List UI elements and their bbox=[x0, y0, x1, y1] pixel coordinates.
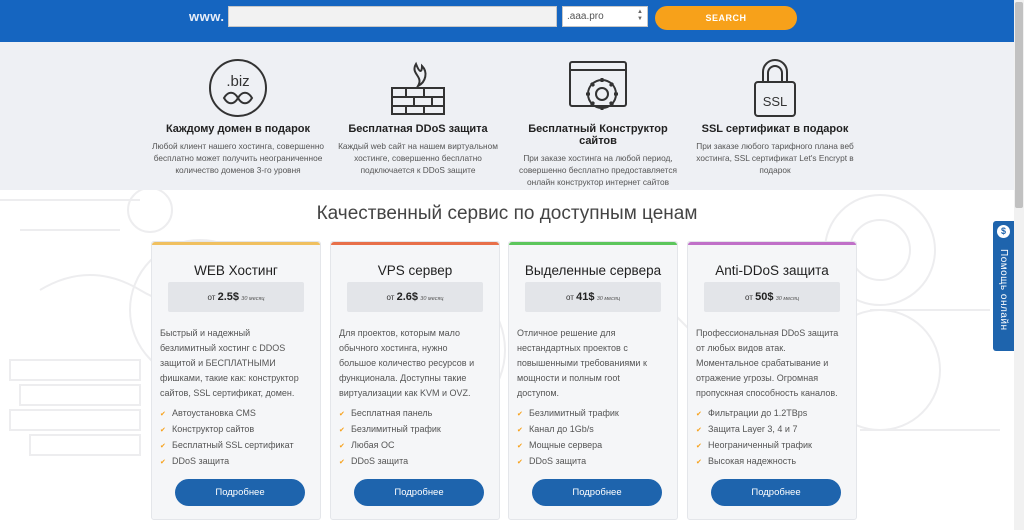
feature-description: При заказе любого тарифного плана веб хо… bbox=[696, 141, 854, 175]
plan-feature-list: ✔ Безлимитный трафик ✔ Канал до 1Gb/s ✔ Мощ… bbox=[517, 406, 619, 470]
list-item: ✔ Автоустановка CMS bbox=[160, 406, 294, 422]
select-arrows-icon: ▲ ▼ bbox=[637, 9, 643, 22]
plan-details-button[interactable]: Подробнее bbox=[711, 479, 841, 506]
price-value: 2.6$ bbox=[396, 291, 419, 303]
feature-title: Бесплатный Конструктор сайтов bbox=[528, 123, 668, 147]
list-item: ✔ DDoS защита bbox=[160, 454, 294, 470]
check-icon: ✔ bbox=[696, 443, 702, 450]
plan-card-dedicated: Выделенные сервера от 41$ 30 месяц Отлич… bbox=[508, 241, 678, 520]
plan-price: от 50$ 30 месяц bbox=[704, 282, 840, 312]
check-icon: ✔ bbox=[339, 427, 345, 434]
plan-title: Выделенные сервера bbox=[524, 263, 662, 278]
feature-title: SSL сертификат в подарок bbox=[701, 123, 849, 135]
list-item: ✔ Высокая надежность bbox=[696, 454, 812, 470]
feature-description: При заказе хостинга на любой период, сов… bbox=[519, 153, 677, 187]
plan-details-button[interactable]: Подробнее bbox=[354, 479, 484, 506]
section-title: Качественный сервис по доступным ценам bbox=[316, 203, 698, 224]
check-icon: ✔ bbox=[696, 459, 702, 466]
plan-price: от 2.5$ 30 месяц bbox=[168, 282, 304, 312]
list-item: ✔ DDoS защита bbox=[517, 454, 619, 470]
card-accent-line bbox=[152, 242, 320, 245]
plan-description: Отличное решение для нестандартных проект… bbox=[517, 328, 647, 398]
feature-ddos-protection: Бесплатная DDoS защита Каждый web сайт н… bbox=[328, 42, 508, 176]
price-value: 2.5$ bbox=[217, 291, 240, 303]
firewall-icon bbox=[391, 61, 445, 115]
feature-ssl-certificate: SSL SSL сертификат в подарок При заказе … bbox=[685, 42, 865, 176]
domain-zone-select[interactable]: .aaa.pro ▲ ▼ bbox=[562, 6, 648, 27]
card-accent-line bbox=[331, 242, 499, 245]
feature-site-builder: Бесплатный Конструктор сайтов При заказе… bbox=[508, 42, 688, 188]
list-item: ✔ Любая ОС bbox=[339, 438, 441, 454]
plan-details-button[interactable]: Подробнее bbox=[175, 479, 305, 506]
features-band: .biz Каждому домен в подарок Любой клиен… bbox=[0, 42, 1014, 190]
help-widget-label: Помощь онлайн bbox=[998, 249, 1009, 331]
plan-feature-list: ✔ Автоустановка CMS ✔ Конструктор сайтов ✔… bbox=[160, 406, 294, 470]
feature-description: Любой клиент нашего хостинга, совершенно… bbox=[151, 141, 325, 175]
price-period: 30 месяц bbox=[241, 296, 265, 302]
biz-domain-icon: .biz bbox=[209, 59, 267, 117]
plan-card-anti-ddos: Anti-DDoS защита от 50$ 30 месяц Професс… bbox=[687, 241, 857, 520]
plan-details-button[interactable]: Подробнее bbox=[532, 479, 662, 506]
feature-description: Каждый web сайт на нашем виртуальном хос… bbox=[338, 141, 498, 175]
list-item: ✔ Мощные сервера bbox=[517, 438, 619, 454]
price-period: 30 месяц bbox=[596, 296, 620, 302]
check-icon: ✔ bbox=[517, 459, 523, 466]
plan-description: Для проектов, которым мало обычного хости… bbox=[339, 328, 475, 398]
check-icon: ✔ bbox=[517, 443, 523, 450]
plan-card-web-hosting: WEB Хостинг от 2.5$ 30 месяц Быстрый и н… bbox=[151, 241, 321, 520]
biz-icon-text: .biz bbox=[226, 73, 249, 90]
check-icon: ✔ bbox=[339, 459, 345, 466]
plan-description: Профессиональная DDoS защита от любых вид… bbox=[696, 328, 839, 398]
list-item: ✔ Неограниченный трафик bbox=[696, 438, 812, 454]
scrollbar-thumb[interactable] bbox=[1015, 2, 1023, 208]
check-icon: ✔ bbox=[160, 459, 166, 466]
plan-card-vps: VPS сервер от 2.6$ 30 месяц Для проектов… bbox=[330, 241, 500, 520]
plan-title: VPS сервер bbox=[377, 263, 453, 278]
check-icon: ✔ bbox=[696, 411, 702, 418]
check-icon: ✔ bbox=[517, 411, 523, 418]
list-item: ✔ Защита Layer 3, 4 и 7 bbox=[696, 422, 812, 438]
list-item: ✔ DDoS защита bbox=[339, 454, 441, 470]
check-icon: ✔ bbox=[160, 427, 166, 434]
search-button[interactable]: SEARCH bbox=[655, 6, 797, 30]
plan-title: Anti-DDoS защита bbox=[715, 263, 829, 278]
plan-description: Быстрый и надежный безлимитный хостинг с … bbox=[160, 328, 299, 398]
feature-free-domain: .biz Каждому домен в подарок Любой клиен… bbox=[148, 42, 328, 176]
list-item: ✔ Безлимитный трафик bbox=[517, 406, 619, 422]
list-item: ✔ Бесплатная панель bbox=[339, 406, 441, 422]
price-period: 30 месяц bbox=[420, 296, 444, 302]
ssl-lock-icon: SSL bbox=[754, 59, 796, 117]
list-item: ✔ Фильтрации до 1.2TBps bbox=[696, 406, 812, 422]
plan-price: от 2.6$ 30 месяц bbox=[347, 282, 483, 312]
plan-price: от 41$ 30 месяц bbox=[525, 282, 661, 312]
price-period: 30 месяц bbox=[775, 296, 799, 302]
check-icon: ✔ bbox=[160, 443, 166, 450]
www-prefix-label: www. bbox=[189, 9, 225, 24]
plan-feature-list: ✔ Фильтрации до 1.2TBps ✔ Защита Layer 3, … bbox=[696, 406, 812, 470]
check-icon: ✔ bbox=[517, 427, 523, 434]
ssl-icon-text: SSL bbox=[763, 94, 788, 109]
price-value: 41$ bbox=[576, 291, 595, 303]
card-accent-line bbox=[688, 242, 856, 245]
feature-title: Бесплатная DDoS защита bbox=[348, 123, 488, 135]
feature-title: Каждому домен в подарок bbox=[165, 123, 311, 135]
domain-search-input[interactable] bbox=[228, 6, 557, 27]
list-item: ✔ Бесплатный SSL сертификат bbox=[160, 438, 294, 454]
plan-title: WEB Хостинг bbox=[194, 263, 278, 278]
check-icon: ✔ bbox=[160, 411, 166, 418]
list-item: ✔ Конструктор сайтов bbox=[160, 422, 294, 438]
plan-feature-list: ✔ Бесплатная панель ✔ Безлимитный трафик ✔… bbox=[339, 406, 441, 470]
check-icon: ✔ bbox=[339, 443, 345, 450]
chat-icon: $ bbox=[997, 225, 1010, 238]
domain-zone-value: .aaa.pro bbox=[567, 11, 604, 22]
card-accent-line bbox=[509, 242, 677, 245]
check-icon: ✔ bbox=[339, 411, 345, 418]
online-help-widget[interactable]: $ Помощь онлайн bbox=[993, 221, 1014, 351]
list-item: ✔ Канал до 1Gb/s bbox=[517, 422, 619, 438]
domain-search-bar: www. .aaa.pro ▲ ▼ SEARCH bbox=[0, 0, 1014, 42]
list-item: ✔ Безлимитный трафик bbox=[339, 422, 441, 438]
check-icon: ✔ bbox=[696, 427, 702, 434]
site-builder-icon bbox=[569, 61, 627, 110]
price-value: 50$ bbox=[755, 291, 774, 303]
